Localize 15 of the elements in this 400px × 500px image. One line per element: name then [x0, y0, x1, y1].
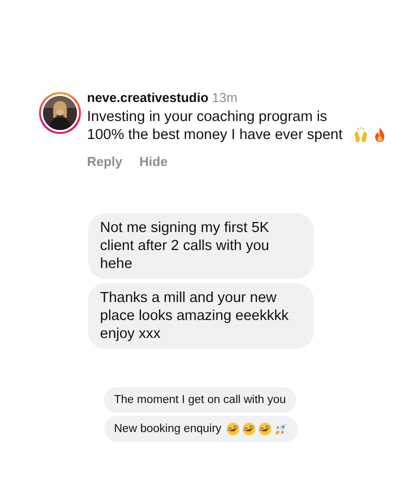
message-bubble: The moment I get on call with you [104, 387, 296, 413]
laughing-face-icon [242, 422, 256, 436]
laughing-face-icon [258, 422, 272, 436]
rocket-icon [274, 422, 288, 436]
message-text: New booking enquiry [114, 422, 222, 437]
message-bubble: Thanks a mill and your new place looks amazing eeekkkk enjoy xxx [88, 283, 314, 349]
username[interactable]: neve.creativestudio [87, 90, 208, 105]
comment-action-link[interactable]: Reply [87, 154, 122, 169]
avatar[interactable] [39, 92, 81, 134]
timestamp: 13m [212, 90, 238, 105]
raised-hands-icon [353, 127, 369, 143]
comment-text: Investing in your coaching program is 100% the best money I have ever spent [87, 108, 344, 144]
laughing-face-icon [226, 422, 240, 436]
message-bubble: Not me signing my first 5K client after 2 calls with you hehe [88, 213, 314, 279]
comment-action-link[interactable]: Hide [139, 154, 168, 169]
